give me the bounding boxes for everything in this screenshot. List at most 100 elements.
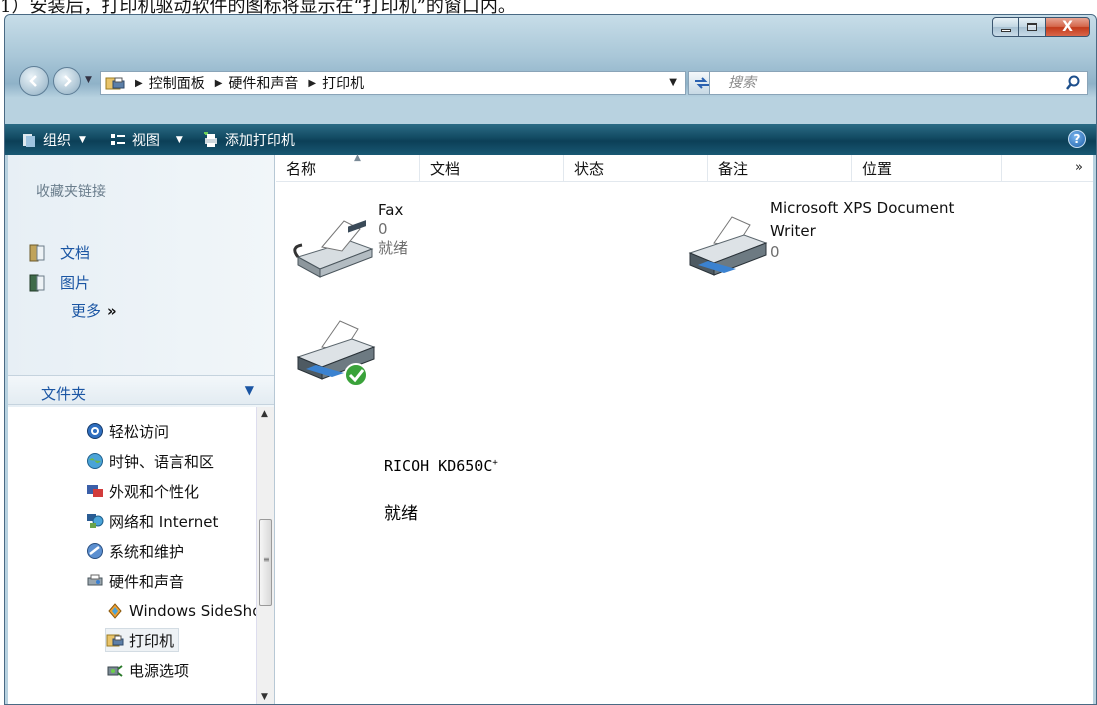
breadcrumb-printers[interactable]: 打印机	[322, 73, 364, 93]
tree-item-label: 硬件和声音	[109, 572, 185, 591]
more-columns-chevron-icon[interactable]: »	[1075, 160, 1083, 175]
scrollbar-thumb[interactable]: ≡	[259, 519, 272, 606]
tree-item-clock-language[interactable]: 时钟、语言和区	[86, 449, 214, 473]
column-location[interactable]: 位置	[852, 155, 1002, 181]
views-dropdown-icon: ▼	[175, 134, 183, 145]
tree-item-appearance[interactable]: 外观和个性化	[86, 479, 199, 503]
folders-chevron-down-icon: ▼	[244, 383, 254, 397]
maximize-icon	[1027, 23, 1037, 31]
pictures-icon	[29, 274, 45, 291]
breadcrumb-separator-icon: ▶	[308, 77, 317, 89]
column-status[interactable]: 状态	[564, 155, 708, 181]
address-row: ▼ ▶ 控制面板 ▶ 硬件和声音 ▶ 打印机 ▼	[5, 61, 1096, 101]
fax-icon	[293, 220, 374, 278]
favorite-link-label: 图片	[60, 274, 91, 292]
column-documents[interactable]: 文档	[420, 155, 564, 181]
help-icon[interactable]: ?	[1068, 130, 1086, 148]
back-button[interactable]	[19, 66, 49, 96]
printer-text: Microsoft XPS Document Writer 0	[770, 197, 954, 262]
printers-window: X ▼ ▶ 控制面板 ▶ 硬件和声音 ▶ 打印机 ▼ 搜索 组织 ▼ 视图 ▼ …	[4, 14, 1097, 705]
clock-language-globe-icon	[87, 453, 103, 469]
printer-doc-count: 0	[770, 243, 780, 261]
address-dropdown-icon[interactable]: ▼	[669, 77, 677, 88]
favorite-link-pictures[interactable]: 图片	[28, 272, 90, 293]
more-chevron-icon: »	[107, 302, 117, 320]
printer-status: 就绪	[384, 504, 418, 524]
tree-item-ease-of-access[interactable]: 轻松访问	[86, 419, 169, 443]
tree-item-label: Windows SideShow	[129, 602, 256, 620]
views-button[interactable]: 视图 ▼	[104, 124, 189, 155]
organize-dropdown-icon: ▼	[79, 134, 86, 145]
scroll-up-arrow-icon[interactable]: ▲	[261, 409, 268, 419]
column-status-label: 状态	[574, 160, 605, 178]
printer-doc-count: 0	[378, 220, 388, 238]
tree-item-network-internet[interactable]: 网络和 Internet	[86, 509, 218, 533]
back-arrow-icon	[29, 75, 37, 87]
printer-item-fax[interactable]: Fax 0 就绪	[292, 199, 452, 295]
printers-list: 名称 ▲ 文档 状态 备注 位置 » Fax 0 就绪 Microsoft XP…	[276, 153, 1093, 704]
tree-item-hardware-sound[interactable]: 硬件和声音	[86, 569, 184, 593]
folder-tree: 轻松访问 时钟、语言和区 外观和个性化 网络和 Internet 系统和维护 硬…	[8, 407, 256, 704]
power-options-icon	[107, 665, 123, 677]
tree-item-label: 系统和维护	[109, 542, 185, 561]
search-input[interactable]	[712, 74, 1052, 92]
tree-item-printers[interactable]: 打印机	[105, 628, 180, 652]
organize-label: 组织	[43, 132, 71, 149]
organize-icon	[23, 133, 35, 147]
column-name[interactable]: 名称 ▲	[276, 153, 420, 181]
default-printer-icon	[296, 320, 376, 387]
breadcrumb-control-panel[interactable]: 控制面板	[149, 73, 205, 93]
organize-button[interactable]: 组织 ▼	[15, 124, 92, 155]
forward-arrow-icon	[64, 75, 72, 87]
tree-item-power-options[interactable]: 电源选项	[106, 658, 189, 682]
tree-item-label: 轻松访问	[109, 422, 170, 441]
folders-label: 文件夹	[41, 385, 87, 403]
folders-header[interactable]: 文件夹 ▼	[8, 375, 274, 405]
printer-text: Fax 0 就绪	[378, 201, 408, 258]
ease-of-access-icon	[87, 423, 103, 439]
folder-tree-scrollbar[interactable]: ▲ ≡ ▼	[256, 407, 274, 704]
printer-folder-icon	[105, 77, 125, 90]
forward-button[interactable]	[53, 67, 81, 95]
breadcrumb-hardware-sound[interactable]: 硬件和声音	[228, 73, 298, 93]
printer-item-ricoh[interactable]	[292, 305, 612, 401]
network-icon	[87, 514, 104, 528]
printer-name-superscript: +	[492, 458, 498, 468]
printer-item-xps-writer[interactable]: Microsoft XPS Document Writer 0	[684, 199, 1014, 295]
favorite-link-documents[interactable]: 文档	[28, 242, 90, 263]
sideshow-icon	[108, 603, 122, 619]
minimize-button[interactable]	[992, 17, 1019, 37]
tree-item-label: 时钟、语言和区	[109, 452, 215, 471]
tree-item-system-maintenance[interactable]: 系统和维护	[86, 539, 184, 563]
close-button[interactable]: X	[1046, 17, 1090, 37]
column-documents-label: 文档	[430, 160, 461, 178]
search-icon[interactable]	[1065, 75, 1081, 91]
tree-item-label: 电源选项	[129, 661, 190, 680]
favorite-links-title: 收藏夹链接	[36, 184, 106, 200]
column-comments[interactable]: 备注	[708, 155, 852, 181]
printer-name: RICOH KD650C+	[384, 457, 498, 475]
tree-item-windows-sideshow[interactable]: Windows SideShow	[106, 599, 256, 623]
more-label: 更多	[71, 302, 102, 320]
refresh-icon	[694, 77, 709, 89]
caption-buttons: X	[992, 17, 1090, 37]
command-bar: 组织 ▼ 视图 ▼ 添加打印机 ?	[5, 124, 1096, 155]
printer-icon	[688, 216, 768, 276]
views-icon	[110, 133, 125, 145]
scroll-down-arrow-icon[interactable]: ▼	[261, 692, 268, 702]
views-label: 视图	[131, 132, 160, 149]
maximize-button[interactable]	[1019, 17, 1046, 37]
minimize-icon	[1000, 28, 1011, 32]
printer-name: Fax	[378, 201, 404, 219]
breadcrumb-separator-icon: ▶	[135, 77, 143, 89]
column-header: 名称 ▲ 文档 状态 备注 位置 »	[276, 153, 1093, 182]
sort-ascending-icon: ▲	[354, 153, 361, 163]
printer-name-line2: Writer	[770, 222, 816, 240]
more-favorites-link[interactable]: 更多 »	[71, 300, 117, 321]
scrollbar-grip-icon: ≡	[263, 555, 270, 564]
add-printer-button[interactable]: 添加打印机	[197, 124, 301, 155]
address-bar[interactable]: ▶ 控制面板 ▶ 硬件和声音 ▶ 打印机 ▼	[100, 71, 686, 95]
history-dropdown-icon[interactable]: ▼	[85, 75, 92, 85]
column-location-label: 位置	[862, 160, 893, 178]
hardware-sound-icon	[87, 574, 103, 586]
